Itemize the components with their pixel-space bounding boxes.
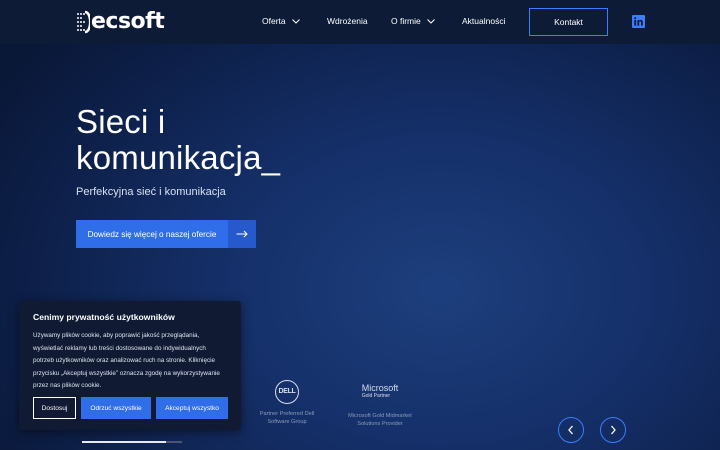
nav-label: Wdrożenia [327, 16, 368, 26]
hero-title-line: komunikacja_ [76, 139, 281, 176]
cookie-consent-banner: Cenimy prywatność użytkowników Używamy p… [19, 301, 241, 430]
carousel-next-button[interactable] [600, 417, 626, 443]
partner-microsoft: Microsoft Gold Partner Microsoft Gold Mi… [340, 384, 420, 428]
nav-label: O firmie [391, 16, 421, 26]
microsoft-logo-sub: Gold Partner [361, 393, 391, 399]
arrow-right-icon [228, 220, 256, 248]
offer-cta-button[interactable]: Dowiedz się więcej o naszej ofercie [76, 220, 256, 248]
contact-button[interactable]: Kontakt [529, 8, 608, 36]
cookie-reject-button[interactable]: Odrzuć wszystkie [81, 397, 151, 419]
microsoft-logo-wrap: Microsoft Gold Partner [340, 383, 420, 400]
cookie-text: Używamy plików cookie, aby poprawić jako… [33, 332, 220, 389]
linkedin-icon[interactable] [632, 15, 645, 28]
carousel-prev-button[interactable] [558, 417, 584, 443]
partner-dell: DELL Partner Preferred Dell Software Gro… [252, 380, 322, 426]
cookie-accept-button[interactable]: Akceptuj wszystko [156, 397, 228, 419]
logo-mark-icon [77, 10, 90, 34]
decsoft-logo[interactable]: ecsoft [76, 9, 165, 35]
cta-label: Dowiedz się więcej o naszej ofercie [76, 220, 228, 248]
hero-title-line: Sieci i [76, 103, 166, 140]
microsoft-logo: Microsoft Gold Partner [361, 383, 399, 400]
chevron-left-icon [568, 425, 573, 435]
site-header: ecsoft Oferta Wdrożenia O firmie Aktualn… [0, 0, 720, 44]
chevron-down-icon [291, 18, 300, 24]
partner-caption-line: Microsoft Gold Midmarket [348, 413, 412, 419]
chevron-down-icon [426, 18, 435, 24]
partner-caption: Partner Preferred Dell Software Group [252, 410, 322, 426]
nav-label: Oferta [262, 16, 286, 26]
hero-title: Sieci i komunikacja_ [76, 104, 376, 176]
microsoft-logo-text: Microsoft [361, 383, 399, 393]
hero-subtitle: Perfekcyjna sieć i komunikacja [76, 186, 226, 198]
nav-item-aktualnosci[interactable]: Aktualności [462, 16, 505, 26]
carousel-progress-bar [82, 441, 182, 443]
partner-caption-line: Software Group [267, 419, 307, 425]
nav-item-o-firmie[interactable]: O firmie [391, 16, 435, 26]
nav-item-wdrozenia[interactable]: Wdrożenia [327, 16, 368, 26]
chevron-right-icon [611, 425, 616, 435]
cookie-title: Cenimy prywatność użytkowników [33, 312, 175, 322]
nav-item-oferta[interactable]: Oferta [262, 16, 300, 26]
dell-logo: DELL [275, 380, 299, 404]
partner-caption-line: Partner Preferred Dell [259, 411, 315, 417]
partner-caption-line: Solutions Provider [357, 421, 403, 427]
logo-text: ecsoft [91, 9, 165, 34]
cookie-customize-button[interactable]: Dostosuj [33, 397, 76, 419]
partner-caption: Microsoft Gold Midmarket Solutions Provi… [340, 412, 420, 428]
carousel-progress-fill [82, 441, 166, 443]
cookie-buttons: Dostosuj Odrzuć wszystkie Akceptuj wszys… [33, 397, 228, 419]
nav-label: Aktualności [462, 16, 506, 26]
